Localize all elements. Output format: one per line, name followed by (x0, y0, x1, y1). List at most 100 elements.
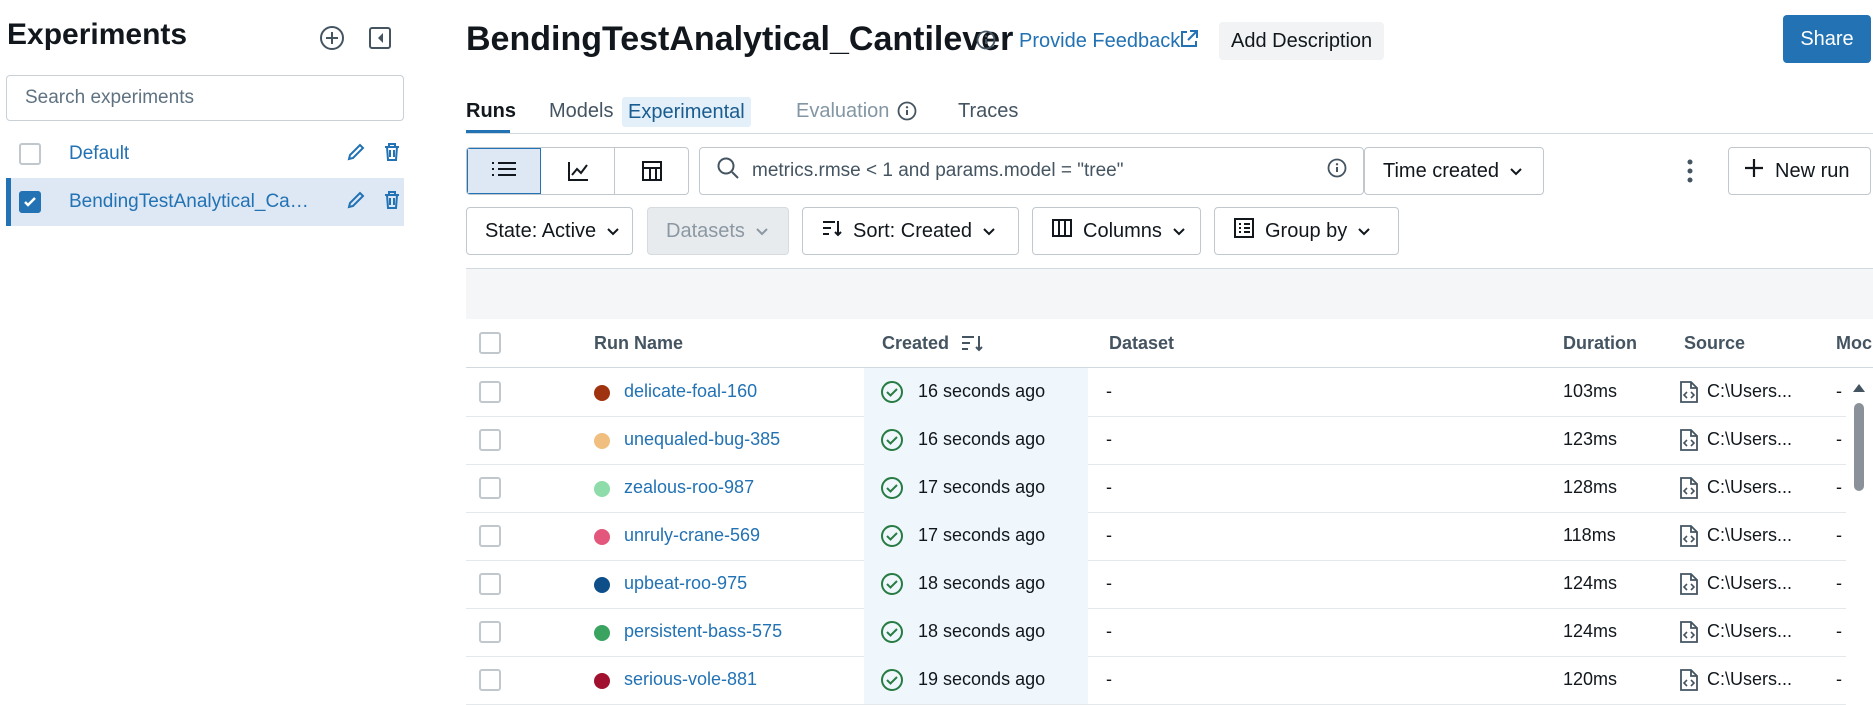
chevron-down-icon (1357, 220, 1371, 243)
experiment-label[interactable]: BendingTestAnalytical_Canti... (69, 191, 319, 213)
group-by-icon (1233, 217, 1255, 245)
group-by-dropdown[interactable]: Group by (1214, 207, 1399, 255)
created-time: 17 seconds ago (918, 477, 1046, 497)
add-experiment-icon[interactable] (316, 22, 348, 54)
state-filter-dropdown[interactable]: State: Active (466, 207, 633, 255)
table-row[interactable]: serious-vole-881 19 seconds ago - 120ms C:\U… (466, 656, 1846, 705)
row-checkbox[interactable] (479, 573, 501, 595)
run-color-dot (594, 529, 610, 545)
source-value[interactable]: C:\Users... (1707, 621, 1792, 642)
table-row[interactable]: unruly-crane-569 17 seconds ago - 118ms C:\U… (466, 512, 1846, 561)
sort-icon (821, 217, 843, 245)
table-view-icon[interactable] (615, 148, 688, 194)
run-name-link[interactable]: serious-vole-881 (624, 669, 757, 690)
tab-runs[interactable]: Runs (466, 100, 516, 123)
table-row[interactable]: upbeat-roo-975 18 seconds ago - 124ms C:\Use… (466, 560, 1846, 609)
run-name-link[interactable]: unruly-crane-569 (624, 525, 760, 546)
column-header-dataset[interactable]: Dataset (1109, 333, 1174, 354)
new-run-button[interactable]: New run (1728, 147, 1871, 195)
share-button[interactable]: Share (1783, 15, 1871, 63)
delete-icon[interactable] (381, 141, 403, 168)
run-name-link[interactable]: delicate-foal-160 (624, 381, 757, 402)
column-header-models[interactable]: Moc (1836, 333, 1872, 354)
row-checkbox[interactable] (479, 621, 501, 643)
column-header-run-name[interactable]: Run Name (594, 333, 683, 354)
time-created-dropdown[interactable]: Time created (1364, 147, 1544, 195)
list-view-icon[interactable] (467, 148, 541, 194)
filter-info-icon[interactable] (1327, 158, 1347, 184)
source-file-icon (1679, 620, 1699, 649)
table-scrollbar[interactable] (1849, 378, 1869, 693)
row-checkbox[interactable] (479, 669, 501, 691)
sidebar-title: Experiments (7, 18, 188, 51)
duration-value: 120ms (1563, 669, 1618, 689)
collapse-sidebar-icon[interactable] (364, 22, 396, 54)
table-row[interactable]: unequaled-bug-385 16 seconds ago - 123ms C:\… (466, 416, 1846, 465)
models-value: - (1836, 621, 1842, 641)
source-value[interactable]: C:\Users... (1707, 525, 1792, 546)
filter-search-input[interactable]: metrics.rmse < 1 and params.model = "tre… (699, 147, 1364, 195)
table-row[interactable]: zealous-roo-987 17 seconds ago - 128ms C:\Us… (466, 464, 1846, 513)
source-value[interactable]: C:\Users... (1707, 477, 1792, 498)
run-name-link[interactable]: zealous-roo-987 (624, 477, 754, 498)
column-header-duration[interactable]: Duration (1563, 333, 1637, 354)
created-time: 18 seconds ago (918, 621, 1046, 641)
view-mode-switcher[interactable] (466, 147, 689, 195)
experiment-label[interactable]: Default (69, 143, 319, 165)
row-checkbox[interactable] (479, 429, 501, 451)
table-row[interactable]: delicate-foal-160 16 seconds ago - 103ms C:\… (466, 368, 1846, 417)
columns-icon (1051, 217, 1073, 245)
add-description-button[interactable]: Add Description (1219, 22, 1385, 60)
tab-traces[interactable]: Traces (958, 100, 1018, 123)
source-value[interactable]: C:\Users... (1707, 381, 1792, 402)
provide-feedback-link[interactable]: Provide Feedback (1019, 30, 1180, 53)
select-all-checkbox[interactable] (479, 332, 501, 354)
delete-icon[interactable] (381, 189, 403, 216)
experiment-item-default[interactable]: Default (6, 130, 404, 178)
row-checkbox[interactable] (479, 525, 501, 547)
source-value[interactable]: C:\Users... (1707, 429, 1792, 450)
run-name-link[interactable]: persistent-bass-575 (624, 621, 782, 642)
sort-dropdown[interactable]: Sort: Created (802, 207, 1019, 255)
sort-descending-icon[interactable] (960, 333, 984, 358)
created-time: 19 seconds ago (918, 669, 1046, 689)
experiment-item-bending[interactable]: BendingTestAnalytical_Canti... (6, 178, 404, 226)
tab-evaluation[interactable]: Evaluation (796, 100, 889, 123)
experiment-checkbox[interactable] (19, 143, 41, 165)
chevron-down-icon (982, 220, 996, 243)
table-row[interactable]: persistent-bass-575 18 seconds ago - 124ms C… (466, 608, 1846, 657)
dataset-value: - (1106, 621, 1112, 641)
run-name-link[interactable]: upbeat-roo-975 (624, 573, 747, 594)
success-check-icon (880, 572, 904, 601)
columns-dropdown[interactable]: Columns (1032, 207, 1201, 255)
created-cell: 16 seconds ago (864, 416, 1088, 464)
datasets-dropdown[interactable]: Datasets (647, 207, 789, 255)
filter-query-text: metrics.rmse < 1 and params.model = "tre… (752, 160, 1124, 181)
chart-view-icon[interactable] (541, 148, 615, 194)
edit-icon[interactable] (345, 189, 367, 216)
source-file-icon (1679, 380, 1699, 409)
row-checkbox[interactable] (479, 477, 501, 499)
source-value[interactable]: C:\Users... (1707, 573, 1792, 594)
group-by-label: Group by (1265, 219, 1348, 242)
external-link-icon[interactable] (1178, 28, 1200, 55)
run-name-link[interactable]: unequaled-bug-385 (624, 429, 780, 450)
tabs-divider (466, 133, 1873, 134)
source-value[interactable]: C:\Users... (1707, 669, 1792, 690)
more-options-icon[interactable] (1684, 158, 1696, 189)
tab-models[interactable]: Models (549, 100, 613, 123)
experimental-badge: Experimental (622, 97, 751, 127)
source-file-icon (1679, 524, 1699, 553)
active-tab-indicator (466, 130, 510, 133)
source-file-icon (1679, 476, 1699, 505)
column-header-source[interactable]: Source (1684, 333, 1745, 354)
success-check-icon (880, 476, 904, 505)
created-time: 17 seconds ago (918, 525, 1046, 545)
search-experiments-input[interactable] (6, 75, 404, 121)
experiment-checkbox-checked[interactable] (19, 191, 41, 213)
info-icon[interactable] (976, 30, 996, 55)
row-checkbox[interactable] (479, 381, 501, 403)
evaluation-info-icon[interactable] (897, 101, 917, 126)
edit-icon[interactable] (345, 141, 367, 168)
column-header-created[interactable]: Created (882, 333, 949, 354)
